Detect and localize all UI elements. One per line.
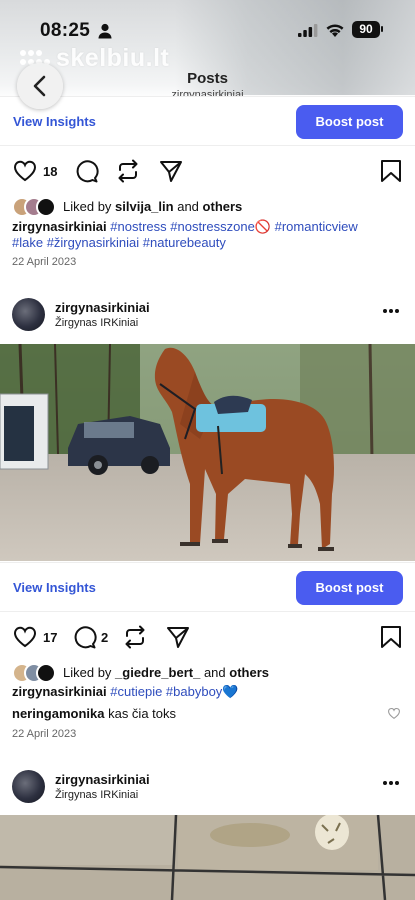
- caption-hashtags[interactable]: #nostress #nostresszone: [110, 219, 255, 234]
- liked-by-avatars: [12, 663, 60, 683]
- repost-icon[interactable]: [115, 158, 141, 184]
- liked-by-avatars: [12, 197, 60, 217]
- liked-by-user: silvija_lin: [115, 199, 174, 214]
- comment-username[interactable]: neringamonika: [12, 706, 104, 721]
- liked-by-text: Liked by _giedre_bert_ and others: [63, 665, 269, 680]
- back-button[interactable]: [17, 63, 63, 109]
- comment-like-heart-icon[interactable]: [387, 707, 401, 720]
- horse-photo: [0, 344, 415, 561]
- post2-header: zirgynasirkiniai Žirgynas IRKiniai: [0, 298, 415, 338]
- post2-date: 22 April 2023: [12, 728, 77, 740]
- person-icon: [98, 23, 112, 39]
- avatar: [36, 197, 56, 217]
- back-chevron-icon: [33, 75, 46, 97]
- caption-username[interactable]: zirgynasirkiniai: [12, 219, 107, 234]
- like-count[interactable]: 18: [43, 164, 57, 179]
- view-insights-link[interactable]: View Insights: [13, 114, 96, 129]
- like-count[interactable]: 17: [43, 630, 57, 645]
- liked-by-others: others: [229, 665, 269, 680]
- caption-hashtags[interactable]: #cutiepie #babyboy: [110, 684, 222, 699]
- post-username[interactable]: zirgynasirkiniai: [55, 772, 150, 787]
- status-time: 08:25: [40, 20, 91, 41]
- cellular-signal-icon: [298, 24, 318, 37]
- heart-icon[interactable]: [12, 624, 38, 650]
- send-icon[interactable]: [165, 624, 191, 650]
- post-image-horse[interactable]: [0, 344, 415, 561]
- post2-actions: 17 2: [0, 624, 415, 658]
- comment-text: kas čia toks: [108, 706, 177, 721]
- caption-hashtags[interactable]: #romanticview: [275, 219, 358, 234]
- liked-by-text: Liked by silvija_lin and others: [63, 199, 243, 214]
- more-icon[interactable]: [382, 780, 400, 786]
- liked-by-user: _giedre_bert_: [115, 665, 201, 680]
- post-image-floor[interactable]: [0, 815, 415, 900]
- avatar[interactable]: [12, 298, 45, 331]
- post1-caption: zirgynasirkiniai #nostress #nostresszone…: [12, 219, 404, 251]
- heart-icon[interactable]: [12, 158, 38, 184]
- send-icon[interactable]: [158, 158, 184, 184]
- floor-photo: [0, 815, 415, 900]
- bookmark-icon[interactable]: [378, 158, 404, 184]
- post2-caption: zirgynasirkiniai #cutiepie #babyboy💙: [12, 684, 404, 700]
- insights-row-2: View Insights Boost post: [0, 562, 415, 612]
- boost-post-button[interactable]: Boost post: [296, 105, 403, 139]
- post2-comment: neringamonika kas čia toks: [12, 706, 176, 721]
- no-entry-emoji: 🚫: [254, 219, 271, 234]
- blue-heart-emoji: 💙: [222, 684, 239, 699]
- post-location[interactable]: Žirgynas IRKiniai: [55, 317, 138, 329]
- bookmark-icon[interactable]: [378, 624, 404, 650]
- post-location[interactable]: Žirgynas IRKiniai: [55, 789, 138, 801]
- post3-header: zirgynasirkiniai Žirgynas IRKiniai: [0, 770, 415, 810]
- post1-date: 22 April 2023: [12, 256, 77, 268]
- insights-row-1: View Insights Boost post: [0, 96, 415, 146]
- watermark-text: skelbiu.lt: [56, 44, 170, 72]
- liked-by-others: others: [202, 199, 243, 214]
- boost-post-button[interactable]: Boost post: [296, 571, 403, 605]
- caption-username[interactable]: zirgynasirkiniai: [12, 684, 107, 699]
- post-username[interactable]: zirgynasirkiniai: [55, 300, 150, 315]
- avatar: [36, 663, 56, 683]
- repost-icon[interactable]: [122, 624, 148, 650]
- wifi-icon: [326, 24, 344, 37]
- avatar[interactable]: [12, 770, 45, 803]
- comment-icon[interactable]: [71, 624, 97, 650]
- status-bar: 08:25 90: [0, 18, 415, 46]
- view-insights-link[interactable]: View Insights: [13, 580, 96, 595]
- comment-count[interactable]: 2: [101, 630, 108, 645]
- post1-actions: 18: [0, 158, 415, 192]
- battery-indicator: 90: [352, 21, 383, 38]
- caption-hashtags[interactable]: #lake #žirgynasirkiniai #naturebeauty: [12, 235, 226, 250]
- more-icon[interactable]: [382, 308, 400, 314]
- comment-icon[interactable]: [73, 158, 99, 184]
